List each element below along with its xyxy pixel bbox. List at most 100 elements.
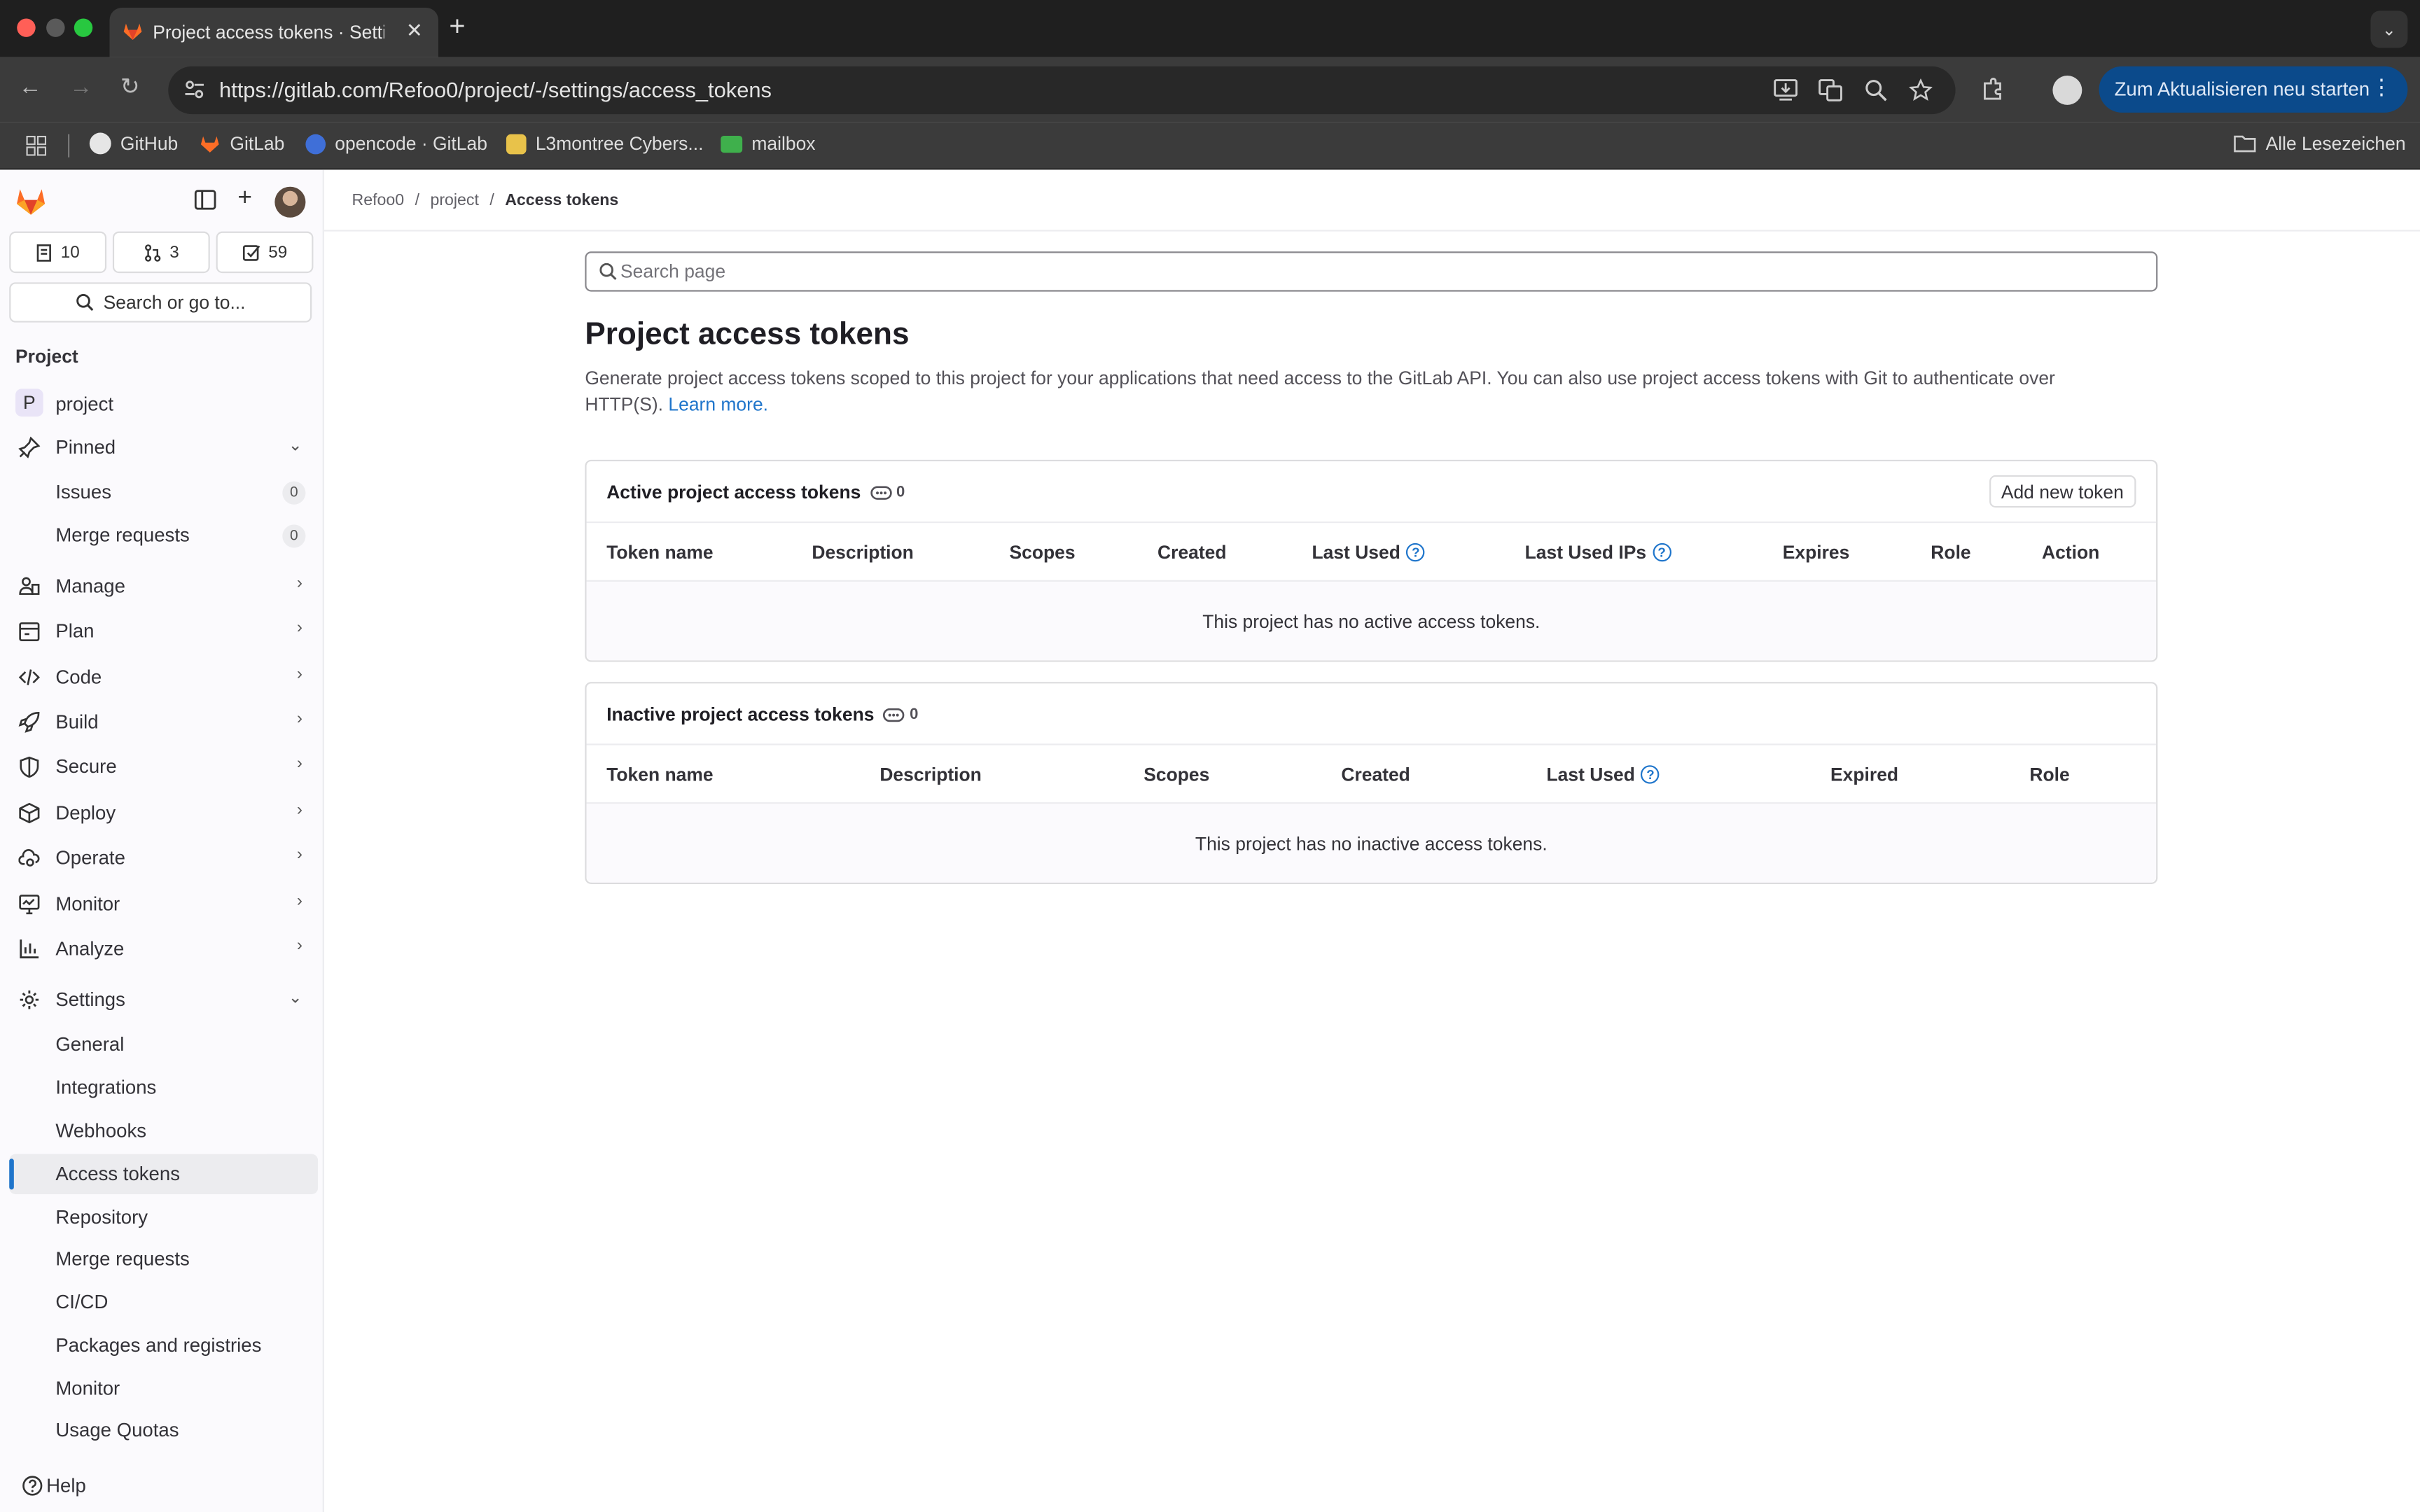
column-header[interactable]: Expires <box>1783 542 1850 564</box>
learn-more-link[interactable]: Learn more. <box>668 393 768 415</box>
sidebar-section-deploy[interactable]: Deploy › <box>9 793 318 833</box>
help-circle-icon[interactable]: ? <box>1641 765 1660 784</box>
sidebar-item-packages-and-registries[interactable]: Packages and registries <box>9 1325 318 1365</box>
merge-requests-count-button[interactable]: 3 <box>112 231 210 274</box>
sidebar-section-code[interactable]: Code › <box>9 657 318 697</box>
sidebar-item-general[interactable]: General <box>9 1025 318 1065</box>
sidebar-item-usage-quotas[interactable]: Usage Quotas <box>9 1410 318 1450</box>
help-circle-icon[interactable]: ? <box>1652 542 1671 562</box>
sidebar-item-merge-requests-settings[interactable]: Merge requests <box>9 1239 318 1279</box>
breadcrumb-item[interactable]: Refoo0 <box>352 191 405 209</box>
all-bookmarks[interactable]: Alle Lesezeichen <box>2233 133 2406 154</box>
monitor-icon <box>19 895 40 915</box>
column-header[interactable]: Scopes <box>1143 764 1209 785</box>
user-counts: 10 3 59 <box>9 231 314 274</box>
sidebar-section-plan[interactable]: Plan › <box>9 611 318 651</box>
help-circle-icon[interactable]: ? <box>1406 542 1426 562</box>
sidebar-item-webhooks[interactable]: Webhooks <box>9 1111 318 1151</box>
column-header-label: Role <box>1931 541 1971 564</box>
column-header[interactable]: Scopes <box>1009 542 1075 564</box>
sidebar-section-pinned[interactable]: Pinned ⌄ <box>9 428 318 468</box>
add-new-token-button[interactable]: Add new token <box>1989 475 2136 508</box>
sidebar-section-analyze[interactable]: Analyze › <box>9 929 318 969</box>
maximize-window-button[interactable] <box>74 18 93 37</box>
create-new-icon[interactable]: + <box>237 185 252 213</box>
chevron-right-icon: › <box>296 800 302 820</box>
bookmarks-bar: GitHub GitLab opencode · GitLab L3montre… <box>0 122 2420 170</box>
user-avatar[interactable] <box>274 186 306 218</box>
sidebar-section-manage[interactable]: Manage › <box>9 566 318 606</box>
help-button[interactable]: Help <box>9 1466 318 1506</box>
column-header[interactable]: Last Used? <box>1546 764 1660 785</box>
browser-tab[interactable]: Project access tokens · Settings ✕ <box>109 8 438 57</box>
minimize-window-button[interactable] <box>46 18 65 37</box>
column-header[interactable]: Last Used IPs? <box>1525 542 1671 563</box>
sidebar-section-operate[interactable]: Operate › <box>9 838 318 878</box>
sidebar-item-project[interactable]: P project <box>9 384 318 424</box>
search-page-input[interactable] <box>620 258 2134 286</box>
search-page-field[interactable] <box>585 251 2158 292</box>
apps-grid-icon[interactable] <box>26 135 47 156</box>
column-header[interactable]: Action <box>2042 542 2099 564</box>
column-header[interactable]: Last Used? <box>1312 542 1426 563</box>
sidebar-item-repository[interactable]: Repository <box>9 1197 318 1237</box>
sidebar-item-label: Settings <box>55 988 125 1011</box>
column-header[interactable]: Created <box>1157 542 1226 564</box>
column-header[interactable]: Expired <box>1830 764 1898 785</box>
translate-icon[interactable] <box>1818 78 1842 102</box>
tab-search-button[interactable]: ⌄ <box>2370 10 2408 48</box>
sidebar-section-secure[interactable]: Secure › <box>9 747 318 787</box>
site-settings-icon[interactable] <box>183 78 205 100</box>
close-tab-icon[interactable]: ✕ <box>406 18 423 43</box>
cloud-gear-icon <box>18 849 40 867</box>
sidebar-item-issues[interactable]: Issues 0 <box>9 472 318 512</box>
sidebar-section-settings[interactable]: Settings ⌄ <box>9 980 318 1020</box>
breadcrumb-item[interactable]: project <box>430 191 478 209</box>
reload-icon[interactable]: ↻ <box>120 75 140 100</box>
search-or-go-to-button[interactable]: Search or go to... <box>9 282 312 323</box>
close-window-button[interactable] <box>17 18 36 37</box>
sidebar-item-merge-requests[interactable]: Merge requests 0 <box>9 515 318 555</box>
sidebar-item-label: Webhooks <box>55 1120 147 1142</box>
more-menu-icon[interactable]: ⋮ <box>2370 74 2392 100</box>
column-header[interactable]: Token name <box>606 764 713 785</box>
bookmark-star-icon[interactable] <box>1909 78 1933 102</box>
column-header[interactable]: Description <box>812 542 914 564</box>
sidebar-item-monitor-settings[interactable]: Monitor <box>9 1368 318 1408</box>
sidebar-item-access-tokens[interactable]: Access tokens <box>9 1154 319 1194</box>
extensions-icon[interactable] <box>1980 77 2005 102</box>
new-tab-button[interactable]: + <box>449 13 465 41</box>
sidebar-item-ci-cd[interactable]: CI/CD <box>9 1282 318 1322</box>
bookmark-l3montree[interactable]: L3montree Cybers... <box>506 133 703 154</box>
card-header: Inactive project access tokens 0 <box>586 683 2157 746</box>
profile-icon[interactable] <box>2052 75 2082 105</box>
bookmark-github[interactable]: GitHub <box>89 132 179 155</box>
sidebar-section-build[interactable]: Build › <box>9 702 318 742</box>
column-header[interactable]: Role <box>1931 542 1970 564</box>
assigned-issues-button[interactable]: 10 <box>9 231 107 274</box>
column-header[interactable]: Description <box>879 764 982 785</box>
sidebar-item-integrations[interactable]: Integrations <box>9 1068 318 1107</box>
sidebar-item-label: Analyze <box>55 938 125 960</box>
back-icon[interactable]: ← <box>18 75 41 100</box>
gitlab-logo-icon[interactable] <box>15 187 46 216</box>
address-bar[interactable]: https://gitlab.com/Refoo0/project/-/sett… <box>168 66 1956 115</box>
column-header[interactable]: Role <box>2029 764 2069 785</box>
bookmark-gitlab[interactable]: GitLab <box>199 133 284 154</box>
forward-icon[interactable]: → <box>69 75 92 100</box>
bookmark-opencode[interactable]: opencode · GitLab <box>305 133 487 154</box>
zoom-icon[interactable] <box>1865 78 1888 102</box>
install-app-icon[interactable] <box>1773 78 1797 102</box>
bookmark-mailbox[interactable]: mailbox <box>721 133 816 154</box>
update-restart-button[interactable]: Zum Aktualisieren neu starten ⋮ <box>2099 66 2408 113</box>
todos-count: 59 <box>268 243 288 262</box>
rocket-icon <box>18 711 40 733</box>
bookmark-label: GitHub <box>120 132 179 155</box>
bookmarks-separator <box>67 134 70 158</box>
sidebar-section-monitor[interactable]: Monitor › <box>9 884 318 924</box>
column-header[interactable]: Created <box>1341 764 1410 785</box>
sidebar-toggle-icon[interactable] <box>194 190 216 210</box>
todos-button[interactable]: 59 <box>216 231 314 274</box>
column-header[interactable]: Token name <box>606 542 713 564</box>
breadcrumb-current[interactable]: Access tokens <box>505 191 618 209</box>
